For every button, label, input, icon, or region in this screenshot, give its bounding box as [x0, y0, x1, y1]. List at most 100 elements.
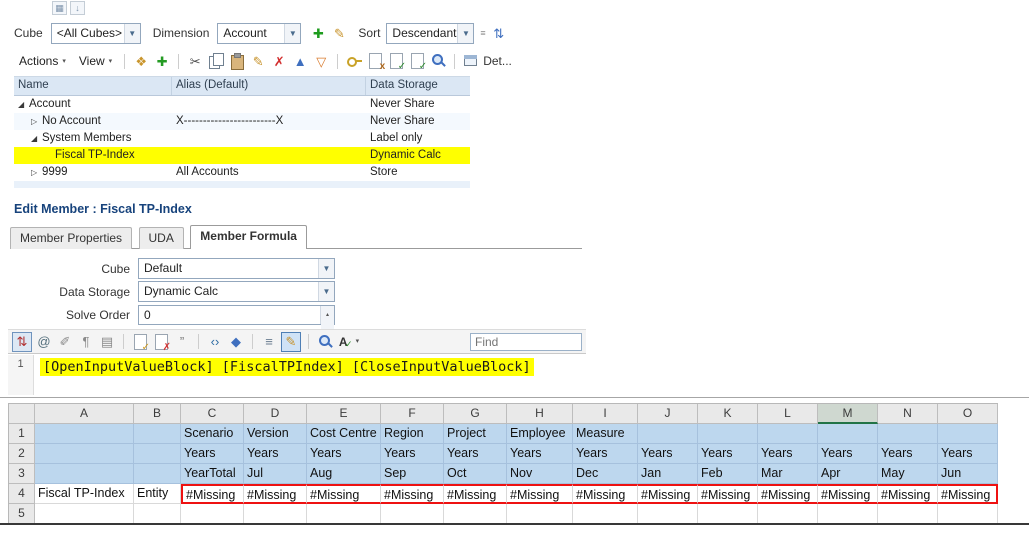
- cell-K4[interactable]: #Missing: [698, 484, 758, 504]
- column-header-N[interactable]: N: [878, 404, 938, 424]
- cell-L4[interactable]: #Missing: [758, 484, 818, 504]
- template-icon[interactable]: ▤: [98, 333, 116, 351]
- cell-L3[interactable]: Mar: [758, 464, 818, 484]
- row-header-1[interactable]: 1: [9, 424, 35, 444]
- cell-F3[interactable]: Sep: [381, 464, 444, 484]
- paste-icon[interactable]: [228, 52, 246, 70]
- cell-D4[interactable]: #Missing: [244, 484, 307, 504]
- detach-label[interactable]: Det...: [483, 54, 512, 68]
- cell-M1[interactable]: [818, 424, 878, 444]
- solve-order-stepper[interactable]: 0 ▴▾: [138, 304, 335, 342]
- cropped-toolbar-icon[interactable]: ↓: [70, 1, 85, 15]
- cell-C1[interactable]: Scenario: [181, 424, 244, 444]
- sort-select[interactable]: Descendants ▼: [386, 22, 475, 44]
- tab-uda[interactable]: UDA: [138, 227, 184, 249]
- stepper-up-icon[interactable]: ▴: [321, 305, 334, 324]
- paragraph-icon[interactable]: ¶: [77, 333, 95, 351]
- cell-A1[interactable]: [35, 424, 134, 444]
- cell-B5[interactable]: [134, 504, 181, 524]
- cell-F1[interactable]: Region: [381, 424, 444, 444]
- cell-G2[interactable]: Years: [444, 444, 507, 464]
- verify-icon[interactable]: ✓: [408, 52, 427, 72]
- row-header-2[interactable]: 2: [9, 444, 35, 464]
- column-header-I[interactable]: I: [573, 404, 638, 424]
- column-header-J[interactable]: J: [638, 404, 698, 424]
- cut-icon[interactable]: ✂: [186, 52, 204, 70]
- cell-H1[interactable]: Employee: [507, 424, 573, 444]
- cell-E1[interactable]: Cost Centre: [307, 424, 381, 444]
- cell-I1[interactable]: Measure: [573, 424, 638, 444]
- cell-B1[interactable]: [134, 424, 181, 444]
- cell-E3[interactable]: Aug: [307, 464, 381, 484]
- cell-N1[interactable]: [878, 424, 938, 444]
- clear-errors-icon[interactable]: ✗: [152, 333, 171, 352]
- delete-icon[interactable]: ✗: [270, 52, 288, 70]
- cell-I2[interactable]: Years: [573, 444, 638, 464]
- cube-field-select[interactable]: Default ▼: [138, 258, 335, 279]
- cell-H4[interactable]: #Missing: [507, 484, 573, 504]
- expand-toggle-icon[interactable]: ◢: [18, 96, 29, 113]
- data-storage-field-select[interactable]: Dynamic Calc ▼: [138, 281, 335, 302]
- cell-H2[interactable]: Years: [507, 444, 573, 464]
- cell-M2[interactable]: Years: [818, 444, 878, 464]
- cell-I4[interactable]: #Missing: [573, 484, 638, 504]
- cell-A3[interactable]: [35, 464, 134, 484]
- column-header-B[interactable]: B: [134, 404, 181, 424]
- cell-G5[interactable]: [444, 504, 507, 524]
- tree-row[interactable]: ▷ 9999 All Accounts Store: [14, 164, 470, 181]
- column-header-K[interactable]: K: [698, 404, 758, 424]
- add-member-icon[interactable]: ✚: [309, 24, 327, 42]
- cell-D1[interactable]: Version: [244, 424, 307, 444]
- search-icon[interactable]: [429, 52, 447, 70]
- cell-O1[interactable]: [938, 424, 998, 444]
- cell-N2[interactable]: Years: [878, 444, 938, 464]
- edit-member-icon[interactable]: ✎: [330, 24, 348, 42]
- cell-F5[interactable]: [381, 504, 444, 524]
- cell-L2[interactable]: Years: [758, 444, 818, 464]
- check-syntax-icon[interactable]: ✓: [131, 333, 150, 352]
- cell-A5[interactable]: [35, 504, 134, 524]
- cell-M5[interactable]: [818, 504, 878, 524]
- cell-C3[interactable]: YearTotal: [181, 464, 244, 484]
- syntax-highlight-toggle-icon[interactable]: ✎: [281, 331, 301, 352]
- cell-G4[interactable]: #Missing: [444, 484, 507, 504]
- spell-check-icon[interactable]: A ▾: [337, 333, 361, 351]
- cell-K1[interactable]: [698, 424, 758, 444]
- column-header-L[interactable]: L: [758, 404, 818, 424]
- cell-O5[interactable]: [938, 504, 998, 524]
- insert-variable-icon[interactable]: ✐: [56, 333, 74, 351]
- cell-H3[interactable]: Nov: [507, 464, 573, 484]
- xml-icon[interactable]: x: [366, 52, 385, 72]
- edit-icon[interactable]: ✎: [249, 52, 267, 70]
- insert-member-icon[interactable]: @: [35, 333, 53, 351]
- cell-I5[interactable]: [573, 504, 638, 524]
- cell-I3[interactable]: Dec: [573, 464, 638, 484]
- cell-J1[interactable]: [638, 424, 698, 444]
- find-input[interactable]: [470, 332, 582, 351]
- column-header-O[interactable]: O: [938, 404, 998, 424]
- sort-order-icon[interactable]: ⇅: [490, 24, 508, 42]
- cell-A4[interactable]: Fiscal TP-Index: [35, 484, 134, 504]
- stepper-arrows[interactable]: ▴▾: [320, 305, 334, 342]
- expand-toggle-icon[interactable]: ▷: [31, 113, 42, 130]
- column-header-A[interactable]: A: [35, 404, 134, 424]
- cell-O4[interactable]: #Missing: [938, 484, 998, 504]
- add-child-icon[interactable]: ✚: [153, 52, 171, 70]
- expand-toggle-icon[interactable]: ▷: [31, 164, 42, 181]
- cell-G1[interactable]: Project: [444, 424, 507, 444]
- tab-member-properties[interactable]: Member Properties: [10, 227, 133, 249]
- row-header-5[interactable]: 5: [9, 504, 35, 524]
- column-header-C[interactable]: C: [181, 404, 244, 424]
- keys-icon[interactable]: [345, 52, 363, 70]
- cube-select[interactable]: <All Cubes> ▼: [50, 22, 141, 44]
- cell-L1[interactable]: [758, 424, 818, 444]
- cell-J5[interactable]: [638, 504, 698, 524]
- cell-N4[interactable]: #Missing: [878, 484, 938, 504]
- cell-K5[interactable]: [698, 504, 758, 524]
- cell-N5[interactable]: [878, 504, 938, 524]
- formula-editor[interactable]: 1 [OpenInputValueBlock] [FiscalTPIndex] …: [8, 355, 586, 395]
- column-header-M[interactable]: M: [818, 404, 878, 424]
- cell-E2[interactable]: Years: [307, 444, 381, 464]
- spell-check-dropdown-icon[interactable]: ▾: [356, 338, 360, 345]
- cell-J4[interactable]: #Missing: [638, 484, 698, 504]
